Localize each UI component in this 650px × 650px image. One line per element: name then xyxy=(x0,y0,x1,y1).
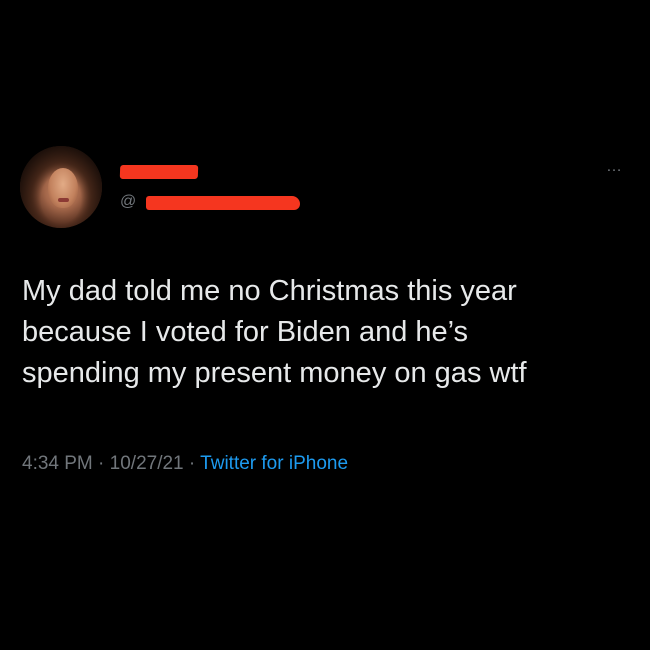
tweet-meta: 4:34 PM · 10/27/21 · Twitter for iPhone xyxy=(22,453,348,475)
tweet-text-line: because I voted for Biden and he’s xyxy=(22,316,469,348)
more-options-icon[interactable]: … xyxy=(606,158,623,176)
tweet-text: My dad told me no Christmas this year be… xyxy=(22,271,632,394)
redacted-display-name xyxy=(119,165,199,179)
tweet-source-link[interactable]: Twitter for iPhone xyxy=(200,453,348,474)
tweet-text-line: My dad told me no Christmas this year xyxy=(22,275,517,307)
tweet-text-line: spending my present money on gas wtf xyxy=(22,357,527,389)
tweet-date[interactable]: 10/27/21 xyxy=(110,453,184,474)
redacted-handle xyxy=(146,196,300,210)
handle-prefix: @ xyxy=(120,193,137,210)
avatar-lips xyxy=(58,198,69,202)
avatar[interactable] xyxy=(20,146,102,228)
meta-separator: · xyxy=(98,453,110,474)
meta-separator: · xyxy=(188,453,201,474)
avatar-face xyxy=(48,168,78,208)
tweet-card: @ … My dad told me no Christmas this yea… xyxy=(0,0,650,650)
tweet-time[interactable]: 4:34 PM xyxy=(22,453,93,474)
